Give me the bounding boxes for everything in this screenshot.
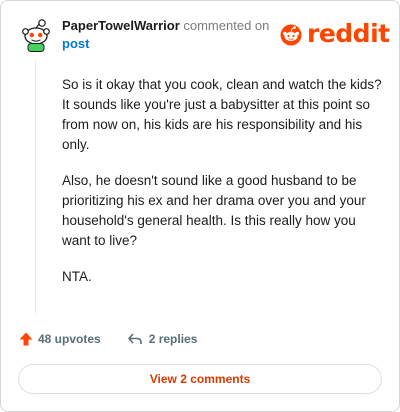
reddit-wordmark: reddit: [307, 19, 390, 48]
view-comments-button[interactable]: View 2 comments: [18, 364, 382, 394]
comment-author-line: PaperTowelWarrior commented on: [62, 18, 269, 34]
thread-line[interactable]: [35, 61, 36, 313]
upvote-count: 48 upvotes: [38, 332, 101, 346]
username-link[interactable]: PaperTowelWarrior: [62, 18, 180, 33]
snoo-avatar-icon[interactable]: [18, 17, 54, 53]
comment-paragraph: Also, he doesn't sound like a good husba…: [62, 173, 366, 248]
reddit-snoo-icon: [280, 24, 302, 46]
comment-actions: 48 upvotes 2 replies: [18, 331, 197, 347]
comment-paragraph: So is it okay that you cook, clean and w…: [62, 77, 382, 152]
comment-paragraph: NTA.: [62, 269, 92, 284]
post-link[interactable]: post: [62, 36, 89, 52]
commented-on-text: commented on: [183, 18, 270, 33]
reply-count: 2 replies: [148, 332, 198, 346]
reply-arrow-icon: [127, 333, 142, 344]
reply-button[interactable]: 2 replies: [127, 331, 198, 347]
comment-body: So is it okay that you cook, clean and w…: [62, 75, 384, 303]
comment-card: PaperTowelWarrior commented on post redd…: [0, 0, 400, 412]
reddit-logo[interactable]: reddit: [279, 20, 390, 48]
upvote-arrow-icon[interactable]: [18, 331, 34, 347]
